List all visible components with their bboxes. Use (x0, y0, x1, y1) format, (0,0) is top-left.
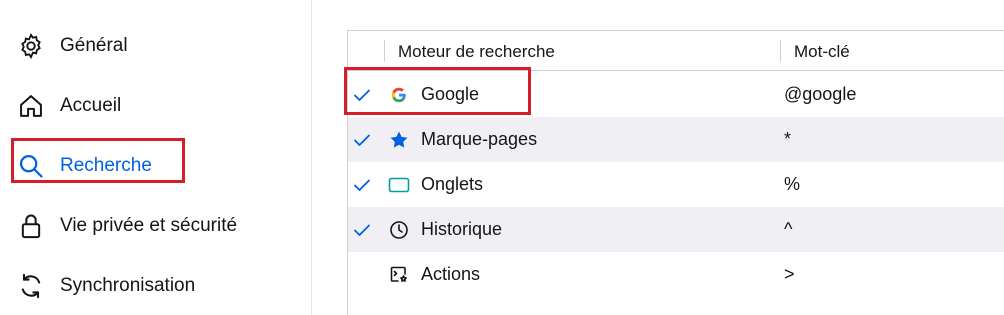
sidebar-item-label: Général (60, 35, 128, 56)
sidebar-highlight-box (11, 138, 185, 183)
tab-icon (388, 174, 410, 196)
lock-icon (16, 211, 46, 241)
engine-keyword: > (784, 264, 795, 284)
column-header-engine[interactable]: Moteur de recherche (398, 42, 555, 62)
engine-name: Onglets (421, 174, 484, 194)
sidebar-item-label: Synchronisation (60, 275, 196, 296)
engine-name: Actions (421, 264, 481, 284)
column-divider (384, 40, 385, 62)
engine-name: Marque-pages (421, 129, 538, 149)
table-row[interactable]: Historique ^ (348, 207, 1004, 252)
sync-icon (16, 271, 46, 301)
table-header: Moteur de recherche Mot-clé (348, 31, 1004, 71)
engine-keyword: % (784, 174, 801, 194)
checkmark-empty[interactable] (352, 265, 372, 285)
gear-icon (16, 31, 46, 61)
column-header-keyword[interactable]: Mot-clé (794, 42, 850, 62)
history-clock-icon (388, 219, 410, 241)
sidebar-item-general[interactable]: Général (16, 26, 128, 66)
sidebar-item-privacy[interactable]: Vie privée et sécurité (16, 206, 237, 246)
table-row[interactable]: Actions > (348, 252, 1004, 297)
checkmark-icon[interactable] (352, 175, 372, 195)
actions-icon (388, 264, 410, 286)
engine-keyword: ^ (784, 219, 793, 239)
google-row-highlight-box (344, 67, 531, 115)
home-icon (16, 91, 46, 121)
checkmark-icon[interactable] (352, 130, 372, 150)
sidebar-item-label: Vie privée et sécurité (60, 215, 238, 236)
sidebar-item-sync[interactable]: Synchronisation (16, 266, 195, 306)
table-row[interactable]: Onglets % (348, 162, 1004, 207)
column-divider (780, 40, 781, 62)
sidebar-item-label: Accueil (60, 95, 122, 116)
engine-keyword: @google (784, 84, 857, 104)
engine-keyword: * (784, 129, 792, 149)
engine-name: Historique (421, 219, 503, 239)
checkmark-icon[interactable] (352, 220, 372, 240)
table-row[interactable]: Marque-pages * (348, 117, 1004, 162)
sidebar-item-home[interactable]: Accueil (16, 86, 121, 126)
bookmark-star-icon (388, 129, 410, 151)
